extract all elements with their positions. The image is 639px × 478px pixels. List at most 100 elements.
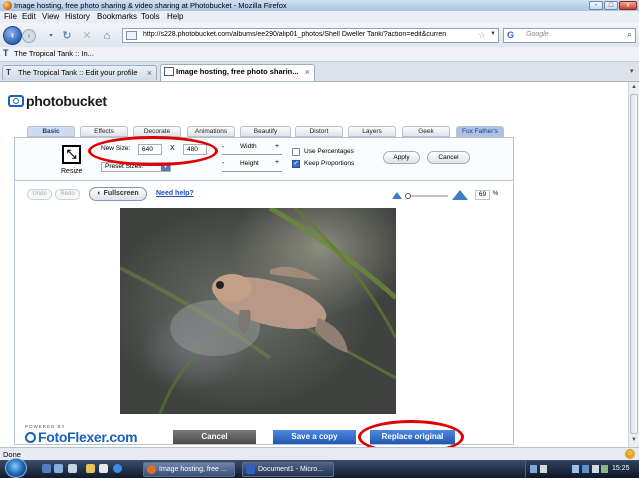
firefox-icon	[3, 1, 12, 10]
menu-view[interactable]: View	[42, 12, 59, 21]
forward-button[interactable]: ›	[22, 29, 36, 43]
status-bar: Done ☺	[0, 447, 639, 461]
menu-bar: File Edit View History Bookmarks Tools H…	[0, 11, 639, 23]
show-desktop-icon[interactable]	[42, 464, 51, 473]
tab-label: The Tropical Tank :: Edit your profile	[18, 68, 138, 77]
tray-icon[interactable]	[601, 465, 608, 473]
home-icon[interactable]: ⌂	[100, 29, 114, 43]
zoom-unit: %	[493, 191, 499, 197]
menu-bookmarks[interactable]: Bookmarks	[97, 12, 137, 21]
fullscreen-label: Fullscreen	[103, 190, 139, 197]
zoom-in-mountain-icon[interactable]	[452, 190, 468, 200]
fullscreen-button[interactable]: ◐ Fullscreen	[89, 187, 147, 201]
tab-distort[interactable]: Distort	[295, 126, 343, 137]
keep-proportions-checkbox[interactable]: ✓	[292, 160, 300, 168]
resize-icon[interactable]: ⤡	[62, 145, 81, 164]
fotoflexer-icon	[25, 432, 36, 443]
use-percentages-label: Use Percentages	[304, 148, 354, 155]
start-button[interactable]	[5, 458, 27, 478]
volume-icon[interactable]	[592, 465, 599, 473]
window-title-bar: Image hosting, free photo sharing & vide…	[0, 0, 639, 11]
redo-button[interactable]: Redo	[55, 189, 80, 200]
taskbar-item-label: Document1 - Micro...	[258, 466, 323, 473]
site-favicon	[126, 31, 137, 40]
height-decrease-button[interactable]: -	[222, 160, 224, 167]
photobucket-logo[interactable]: photobucket	[8, 93, 107, 109]
panel-cancel-button[interactable]: Cancel	[427, 151, 470, 164]
tab-photobucket-icon	[164, 67, 174, 76]
apply-button[interactable]: Apply	[383, 151, 420, 164]
zoom-slider-handle[interactable]	[405, 193, 411, 199]
tab-tropical-tank[interactable]: T The Tropical Tank :: Edit your profile…	[2, 65, 157, 80]
tab-fox-fathers[interactable]: Fox Father's	[456, 126, 504, 137]
address-url: http://s228.photobucket.com/albums/ee290…	[143, 31, 447, 38]
search-box[interactable]: G Google ⌕	[503, 28, 636, 43]
fotoflexer-logo[interactable]: FotoFlexer.com	[25, 429, 138, 445]
menu-edit[interactable]: Edit	[22, 12, 36, 21]
menu-help[interactable]: Help	[167, 12, 183, 21]
taskbar-word[interactable]: Document1 - Micro...	[242, 462, 334, 477]
tray-icon[interactable]	[540, 465, 547, 473]
back-button[interactable]: ‹	[3, 26, 22, 45]
maximize-button[interactable]: □	[604, 1, 618, 10]
document-icon[interactable]	[99, 464, 108, 473]
cancel-button[interactable]: Cancel	[173, 430, 256, 444]
close-window-button[interactable]: x	[619, 1, 637, 10]
width-decrease-button[interactable]: -	[222, 144, 224, 151]
tray-icon[interactable]	[572, 465, 579, 473]
reload-icon[interactable]: ↻	[60, 29, 74, 43]
save-copy-button[interactable]: Save a copy	[273, 430, 356, 444]
menu-file[interactable]: File	[4, 12, 17, 21]
tab-close-icon[interactable]: ×	[305, 65, 310, 79]
history-dropdown-icon[interactable]: ▾	[44, 29, 58, 43]
tray-icon[interactable]	[530, 465, 537, 473]
network-icon[interactable]	[582, 465, 589, 473]
vertical-scrollbar[interactable]: ▲ ▼	[628, 82, 639, 447]
status-addon-icon[interactable]: ☺	[625, 449, 635, 459]
height-slider[interactable]	[222, 171, 282, 172]
tab-basic[interactable]: Basic	[27, 126, 75, 137]
google-search-engine-icon[interactable]: G	[507, 30, 514, 40]
search-icon[interactable]: ⌕	[627, 29, 632, 40]
tab-effects[interactable]: Effects	[80, 126, 128, 137]
internet-explorer-icon[interactable]	[113, 464, 122, 473]
minimize-button[interactable]: -	[589, 1, 603, 10]
scrollbar-thumb[interactable]	[630, 94, 638, 434]
address-bar[interactable]: http://s228.photobucket.com/albums/ee290…	[122, 28, 499, 43]
height-increase-button[interactable]: +	[275, 159, 279, 166]
bookmark-star-icon[interactable]: ☆	[478, 30, 486, 41]
fish-photo-drawing	[120, 208, 396, 414]
quicklaunch-icon[interactable]	[68, 464, 77, 473]
tab-layers[interactable]: Layers	[348, 126, 396, 137]
tab-photobucket[interactable]: Image hosting, free photo sharin... ×	[160, 64, 315, 81]
switch-windows-icon[interactable]	[54, 464, 63, 473]
tab-animations[interactable]: Animations	[187, 126, 235, 137]
camera-icon	[8, 95, 24, 107]
menu-history[interactable]: History	[65, 12, 90, 21]
zoom-out-mountain-icon[interactable]	[392, 192, 402, 199]
bookmark-tropical-tank[interactable]: The Tropical Tank :: In...	[14, 49, 94, 58]
width-increase-button[interactable]: +	[275, 143, 279, 150]
folder-icon[interactable]	[86, 464, 95, 473]
zoom-slider[interactable]	[390, 188, 474, 202]
stop-icon[interactable]: ✕	[80, 29, 94, 43]
tab-beautify[interactable]: Beautify	[240, 126, 291, 137]
tab-site-icon: T	[6, 68, 11, 77]
use-percentages-checkbox[interactable]	[292, 148, 300, 156]
tab-list-icon[interactable]: ▾	[630, 67, 634, 75]
width-slider-label: Width	[240, 143, 257, 150]
clock[interactable]: 15:25	[612, 465, 630, 472]
width-slider[interactable]	[222, 154, 282, 155]
scroll-up-icon[interactable]: ▲	[630, 84, 638, 92]
tab-close-icon[interactable]: ×	[147, 66, 152, 80]
scroll-down-icon[interactable]: ▼	[630, 437, 638, 445]
height-slider-label: Height	[240, 160, 259, 167]
menu-tools[interactable]: Tools	[141, 12, 160, 21]
need-help-link[interactable]: Need help?	[156, 190, 194, 197]
firefox-taskbar-icon	[147, 465, 156, 474]
tab-geek[interactable]: Geek	[402, 126, 450, 137]
undo-button[interactable]: Undo	[27, 189, 52, 200]
zoom-value[interactable]: 69	[475, 190, 490, 200]
url-dropdown-icon[interactable]: ▼	[490, 31, 496, 37]
taskbar-firefox[interactable]: Image hosting, free ...	[143, 462, 235, 477]
